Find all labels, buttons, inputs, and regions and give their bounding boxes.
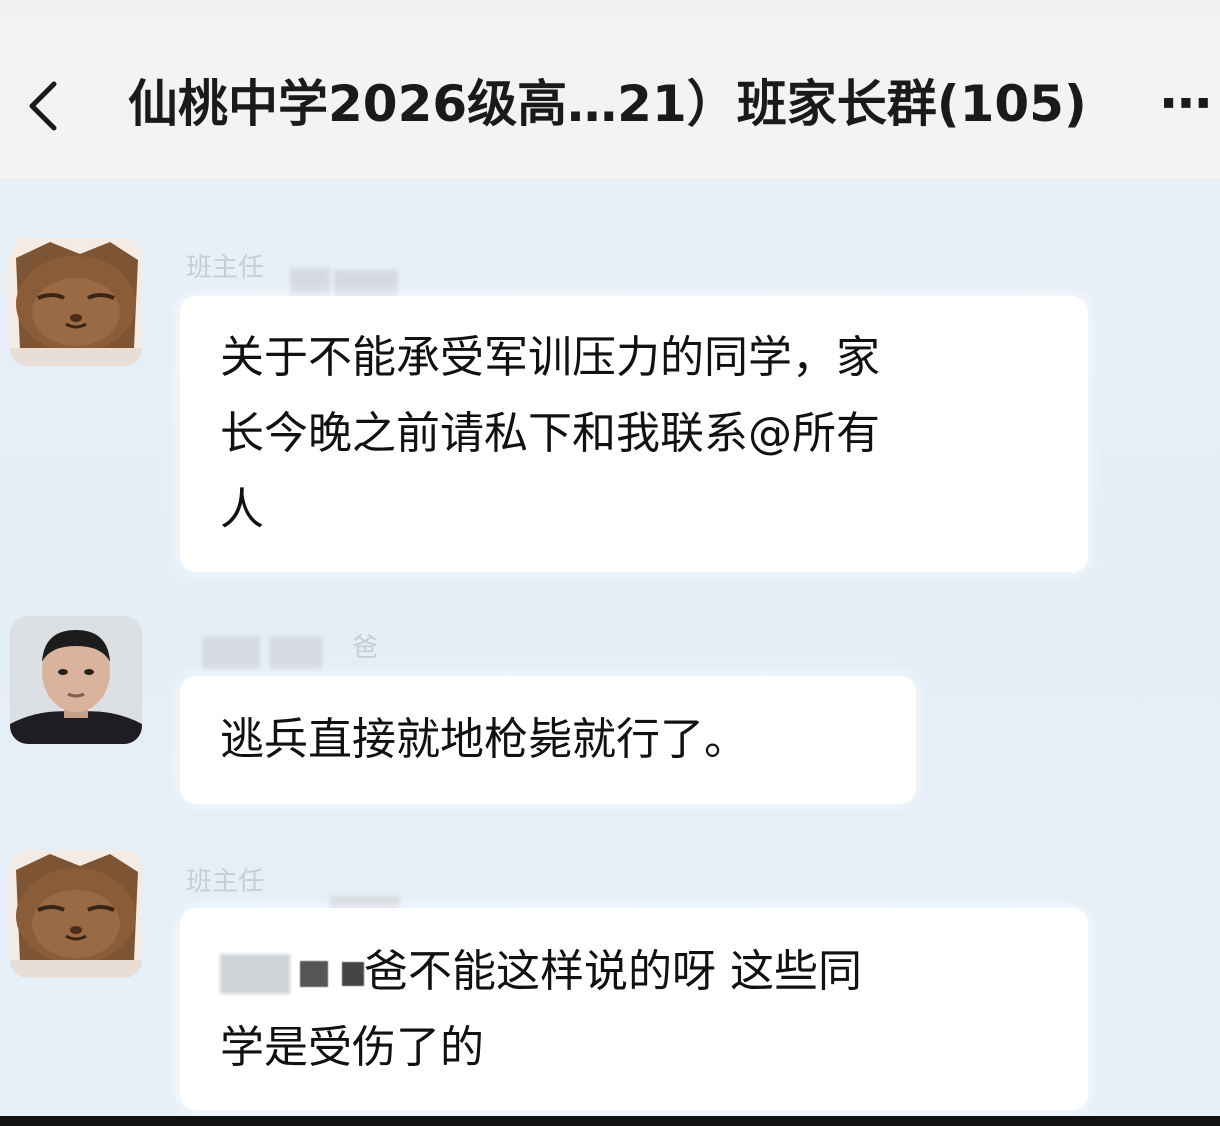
group-title: 仙桃中学2026级高…21）班家长群(105) bbox=[128, 75, 1087, 133]
sender-avatar[interactable] bbox=[10, 616, 142, 744]
chevron-left-icon bbox=[29, 81, 57, 131]
message-line: 学是受伤了的 bbox=[220, 1022, 484, 1073]
man-avatar-icon bbox=[10, 616, 142, 744]
sender-avatar[interactable] bbox=[10, 850, 142, 978]
message-line: 爸不能这样说的呀 这些同 bbox=[364, 946, 862, 997]
back-button[interactable] bbox=[16, 74, 68, 138]
message-line: 人 bbox=[220, 484, 264, 535]
message-line: 长今晚之前请私下和我联系@所有 bbox=[220, 408, 880, 459]
message-bubble[interactable]: 逃兵直接就地枪毙就行了。 bbox=[180, 676, 916, 804]
redacted-name bbox=[270, 636, 322, 670]
message-bubble[interactable]: 关于不能承受军训压力的同学，家 长今晚之前请私下和我联系@所有 人 bbox=[180, 296, 1088, 572]
redacted-mark bbox=[300, 961, 328, 987]
chat-header: 仙桃中学2026级高…21）班家长群(105) ⋯ bbox=[0, 22, 1220, 178]
sender-name: 爸 bbox=[352, 633, 379, 663]
bottom-border bbox=[0, 1116, 1220, 1126]
message-line: 关于不能承受军训压力的同学，家 bbox=[220, 332, 880, 383]
redacted-mark bbox=[342, 962, 364, 986]
cat-avatar-icon bbox=[10, 238, 142, 366]
cat-avatar-icon bbox=[10, 850, 142, 978]
redacted-name bbox=[290, 268, 330, 296]
message-bubble[interactable]: 爸不能这样说的呀 这些同 学是受伤了的 bbox=[180, 908, 1088, 1110]
sender-name: 班主任 bbox=[186, 253, 265, 283]
status-bar bbox=[0, 0, 1220, 22]
sender-name: 班主任 bbox=[186, 867, 265, 897]
more-options-button[interactable]: ⋯ bbox=[1160, 77, 1220, 137]
more-icon: ⋯ bbox=[1160, 77, 1216, 134]
redacted-name bbox=[202, 636, 260, 670]
message-line-wrap: 爸不能这样说的呀 这些同 bbox=[220, 934, 1048, 1010]
message-line: 逃兵直接就地枪毙就行了。 bbox=[220, 714, 748, 765]
sender-avatar[interactable] bbox=[10, 238, 142, 366]
chat-screen: 仙桃中学2026级高…21）班家长群(105) ⋯ 班主任 关于不能承受军训压力… bbox=[0, 0, 1220, 1126]
redacted-name bbox=[220, 954, 290, 994]
